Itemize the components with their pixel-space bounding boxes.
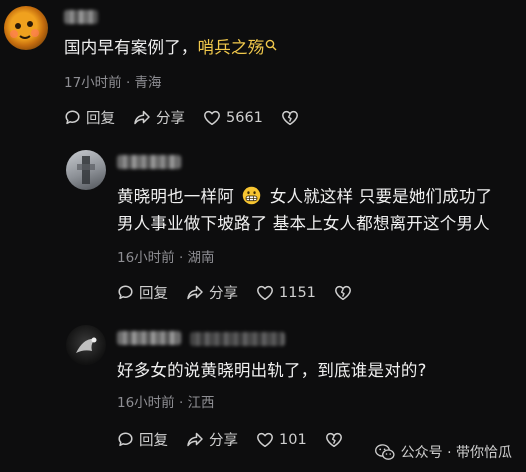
- heart-icon: [257, 285, 273, 300]
- reply-icon: [118, 432, 133, 447]
- heart-icon: [204, 110, 220, 125]
- dislike-button[interactable]: [334, 285, 357, 301]
- like-count: 1151: [279, 284, 316, 301]
- like-count: 101: [279, 431, 307, 448]
- share-button[interactable]: 分享: [186, 429, 238, 450]
- watermark-text: 公众号 · 带你恰瓜: [400, 445, 512, 461]
- comment-meta: 17小时前 · 青海: [64, 75, 162, 91]
- comment-actions: 回复 分享 5661: [64, 107, 322, 128]
- broken-heart-icon: [325, 432, 342, 447]
- like-count: 5661: [226, 109, 263, 126]
- avatar[interactable]: [66, 325, 106, 365]
- reply-label: 回复: [86, 111, 115, 127]
- broken-heart-icon: [281, 110, 298, 125]
- reply-button[interactable]: 回复: [64, 107, 115, 128]
- comment-actions: 回复 分享 1151: [117, 282, 375, 303]
- share-button[interactable]: 分享: [133, 107, 185, 128]
- heart-icon: [257, 432, 273, 447]
- share-icon: [187, 285, 203, 300]
- avatar-image: [76, 337, 97, 353]
- like-button[interactable]: 5661: [203, 110, 263, 126]
- comment-text: 国内早有案例了，哨兵之殇: [64, 34, 277, 61]
- search-icon[interactable]: [265, 39, 277, 51]
- dislike-button[interactable]: [325, 432, 348, 448]
- comment-text-line-2: 男人事业做下坡路了 基本上女人都想离开这个男人: [117, 214, 490, 233]
- comment-2: 黄晓明也一样阿 女人就这样 只要是她们成功了 男人事业做下坡路了 基本上女人都想…: [0, 135, 526, 315]
- reply-label: 回复: [139, 433, 168, 449]
- broken-heart-icon: [334, 285, 351, 300]
- avatar-image: [77, 156, 95, 184]
- comment-meta: 16小时前 · 江西: [117, 395, 215, 411]
- like-button[interactable]: 101: [256, 432, 307, 448]
- username-blurred-extra: [190, 332, 285, 346]
- avatar[interactable]: [66, 150, 106, 190]
- reply-button[interactable]: 回复: [117, 282, 168, 303]
- avatar[interactable]: [4, 6, 48, 50]
- username-blurred[interactable]: [117, 331, 181, 345]
- share-icon: [134, 110, 150, 125]
- share-icon: [187, 432, 203, 447]
- share-label: 分享: [209, 286, 238, 302]
- comment-actions: 回复 分享 101: [117, 429, 366, 450]
- comment-meta: 16小时前 · 湖南: [117, 250, 215, 266]
- comment-body-line-1b: 女人就这样 只要是她们成功了: [269, 187, 493, 206]
- reply-label: 回复: [139, 286, 168, 302]
- share-button[interactable]: 分享: [186, 282, 238, 303]
- comment-text: 黄晓明也一样阿 女人就这样 只要是她们成功了: [117, 183, 492, 210]
- reply-button[interactable]: 回复: [117, 429, 168, 450]
- comment-body-line-1a: 黄晓明也一样阿: [117, 187, 234, 206]
- reply-icon: [118, 285, 133, 300]
- share-label: 分享: [209, 433, 238, 449]
- comment-1: 国内早有案例了，哨兵之殇 17小时前 · 青海 回复 分享 5661: [0, 0, 526, 135]
- like-button[interactable]: 1151: [256, 285, 316, 301]
- username-blurred[interactable]: [64, 10, 98, 24]
- share-label: 分享: [156, 111, 185, 127]
- comment-text: 好多女的说黄晓明出轨了，到底谁是对的?: [117, 361, 427, 380]
- dislike-button[interactable]: [281, 110, 304, 126]
- wechat-icon: [374, 443, 395, 460]
- watermark: 公众号 · 带你恰瓜: [374, 442, 512, 462]
- comment-link[interactable]: 哨兵之殇: [198, 38, 265, 57]
- avatar-image: [10, 21, 39, 39]
- username-blurred[interactable]: [117, 155, 181, 169]
- grimace-emoji-icon: [243, 186, 261, 205]
- comment-body: 国内早有案例了，: [64, 38, 198, 57]
- reply-icon: [65, 110, 80, 125]
